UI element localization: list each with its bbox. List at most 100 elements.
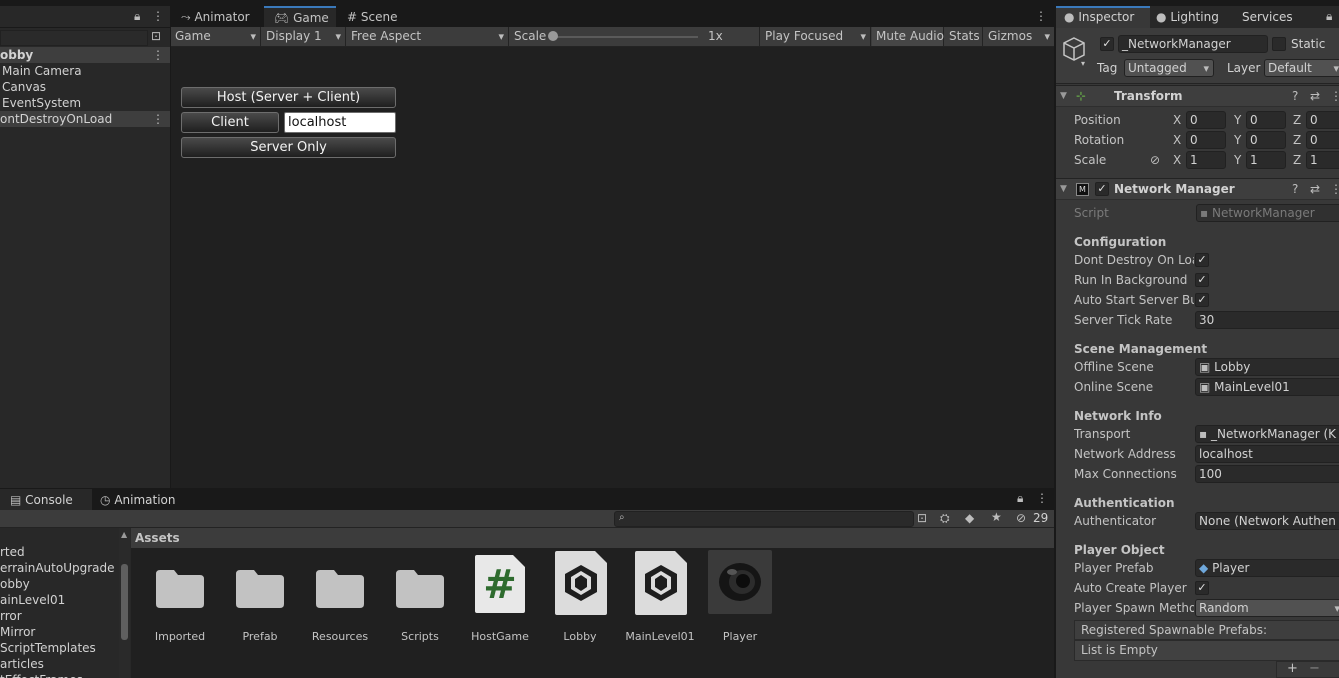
axis-y-label[interactable]: Y [1234, 151, 1241, 169]
active-checkbox[interactable]: ✓ [1100, 37, 1114, 51]
add-icon[interactable]: + [1287, 661, 1298, 676]
server-only-button[interactable]: Server Only [181, 137, 396, 158]
game-mode-dropdown[interactable]: Game [171, 27, 261, 46]
component-enabled-checkbox[interactable]: ✓ [1095, 182, 1109, 196]
filter-icon[interactable]: ⛭ [940, 511, 950, 526]
transform-header[interactable]: ▼ ⊹ Transform ? ⇄ ⋮ [1056, 85, 1339, 107]
tab-animator[interactable]: ⤳ Animator [171, 6, 263, 28]
position-y-field[interactable]: 0 [1246, 111, 1286, 129]
scale-x-field[interactable]: 1 [1186, 151, 1226, 169]
max-connections-field[interactable]: 100 [1195, 465, 1339, 483]
play-focused-dropdown[interactable]: Play Focused [761, 27, 871, 46]
host-button[interactable]: Host (Server + Client) [181, 87, 396, 108]
tag-dropdown[interactable]: Untagged [1124, 59, 1214, 77]
folder-item[interactable]: Mirror [0, 624, 35, 640]
axis-z-label[interactable]: Z [1293, 151, 1301, 169]
foldout-arrow-icon[interactable]: ▼ [1060, 86, 1067, 107]
online-scene-field[interactable]: ▣ MainLevel01 [1195, 378, 1339, 396]
object-name-field[interactable]: _NetworkManager [1118, 35, 1268, 53]
hierarchy-item-main-camera[interactable]: Main Camera [0, 63, 170, 79]
static-checkbox[interactable] [1272, 37, 1286, 51]
scale-slider-track[interactable] [552, 36, 698, 38]
hierarchy-search-input[interactable] [0, 30, 148, 46]
rotation-y-field[interactable]: 0 [1246, 131, 1286, 149]
label-tag-icon[interactable]: ◆ [965, 511, 974, 525]
scroll-up-icon[interactable]: ▲ [121, 530, 127, 539]
row-menu-icon[interactable]: ⋮ [152, 111, 164, 127]
scale-slider-thumb[interactable] [548, 31, 558, 41]
stats-toggle[interactable]: Stats [945, 27, 983, 46]
tab-game[interactable]: 🎮︎ Game [264, 6, 336, 28]
hierarchy-item-eventsystem[interactable]: EventSystem [0, 95, 170, 111]
transport-field[interactable]: ▪ _NetworkManager (K [1195, 425, 1339, 443]
tick-rate-field[interactable]: 30 [1195, 311, 1339, 329]
assets-breadcrumb[interactable]: Assets [131, 528, 1054, 548]
tab-console[interactable]: ▤ Console [10, 491, 73, 510]
scale-y-field[interactable]: 1 [1246, 151, 1286, 169]
gizmos-dropdown[interactable]: Gizmos [984, 27, 1054, 46]
aspect-dropdown[interactable]: Free Aspect [347, 27, 509, 46]
folder-item[interactable]: ScriptTemplates [0, 640, 96, 656]
axis-x-label[interactable]: X [1173, 111, 1181, 129]
axis-z-label[interactable]: Z [1293, 111, 1301, 129]
layer-dropdown[interactable]: Default [1264, 59, 1339, 77]
dont-destroy-checkbox[interactable]: ✓ [1195, 253, 1209, 267]
favorite-star-icon[interactable]: ★ [991, 510, 1002, 524]
scrollbar-thumb[interactable] [121, 564, 128, 640]
project-search-input[interactable]: ⌕ [614, 511, 914, 527]
display-dropdown[interactable]: Display 1 [262, 27, 346, 46]
player-prefab-field[interactable]: ◆ Player [1195, 559, 1339, 577]
lock-icon[interactable]: 🔒︎ [1017, 491, 1023, 506]
folder-item[interactable]: errainAutoUpgrade [0, 560, 115, 576]
hidden-eye-icon[interactable]: ⊘ [1016, 511, 1026, 525]
auto-start-checkbox[interactable]: ✓ [1195, 293, 1209, 307]
tab-lighting[interactable]: ● Lighting [1156, 6, 1219, 28]
hierarchy-item-dontdestroyonload[interactable]: ontDestroyOnLoad ⋮ [0, 111, 170, 127]
component-menu-icon[interactable]: ⋮ [1330, 86, 1339, 107]
auto-create-player-checkbox[interactable]: ✓ [1195, 581, 1209, 595]
scene-menu-icon[interactable]: ⋮ [152, 47, 164, 63]
folder-item[interactable]: ainLevel01 [0, 592, 65, 608]
position-z-field[interactable]: 0 [1306, 111, 1339, 129]
axis-y-label[interactable]: Y [1234, 131, 1241, 149]
address-input[interactable]: localhost [284, 112, 396, 133]
foldout-arrow-icon[interactable]: ▼ [1060, 179, 1067, 200]
help-icon[interactable]: ? [1292, 86, 1298, 107]
remove-icon[interactable]: − [1309, 661, 1320, 676]
tab-animation[interactable]: ◷ Animation [100, 491, 176, 510]
rotation-x-field[interactable]: 0 [1186, 131, 1226, 149]
axis-x-label[interactable]: X [1173, 151, 1181, 169]
folder-item[interactable]: tEffectFrames [0, 672, 83, 678]
preset-icon[interactable]: ⇄ [1310, 86, 1320, 107]
search-by-type-icon[interactable]: ⊡ [917, 511, 927, 525]
component-menu-icon[interactable]: ⋮ [1330, 179, 1339, 200]
scene-row[interactable]: obby ⋮ [0, 47, 170, 63]
kebab-menu-icon[interactable]: ⋮ [1036, 491, 1048, 505]
hierarchy-item-canvas[interactable]: Canvas [0, 79, 170, 95]
axis-z-label[interactable]: Z [1293, 131, 1301, 149]
tab-scene[interactable]: # Scene [337, 6, 407, 28]
folder-item[interactable]: articles [0, 656, 44, 672]
axis-y-label[interactable]: Y [1234, 111, 1241, 129]
link-proportions-icon[interactable]: ⊘ [1150, 151, 1160, 169]
lock-icon[interactable]: 🔒︎ [134, 9, 140, 24]
position-x-field[interactable]: 0 [1186, 111, 1226, 129]
folder-item[interactable]: obby [0, 576, 30, 592]
spawn-method-dropdown[interactable]: Random [1195, 599, 1339, 617]
folder-scrollbar[interactable]: ▲ [119, 528, 130, 678]
network-manager-header[interactable]: ▼ M ✓ Network Manager ? ⇄ ⋮ [1056, 178, 1339, 200]
scale-z-field[interactable]: 1 [1306, 151, 1339, 169]
folder-item[interactable]: rted [0, 544, 25, 560]
offline-scene-field[interactable]: ▣ Lobby [1195, 358, 1339, 376]
tab-services[interactable]: Services [1242, 6, 1293, 28]
kebab-menu-icon[interactable]: ⋮ [152, 9, 164, 23]
rotation-z-field[interactable]: 0 [1306, 131, 1339, 149]
client-button[interactable]: Client [181, 112, 279, 133]
folder-item[interactable]: rror [0, 608, 22, 624]
search-scope-icon[interactable]: ⊡ [151, 29, 161, 43]
panel-menu-icon[interactable]: ⋮ [1035, 9, 1047, 23]
preset-icon[interactable]: ⇄ [1310, 179, 1320, 200]
help-icon[interactable]: ? [1292, 179, 1298, 200]
lock-icon[interactable]: 🔒︎ [1326, 9, 1332, 24]
authenticator-field[interactable]: None (Network Authen [1195, 512, 1339, 530]
